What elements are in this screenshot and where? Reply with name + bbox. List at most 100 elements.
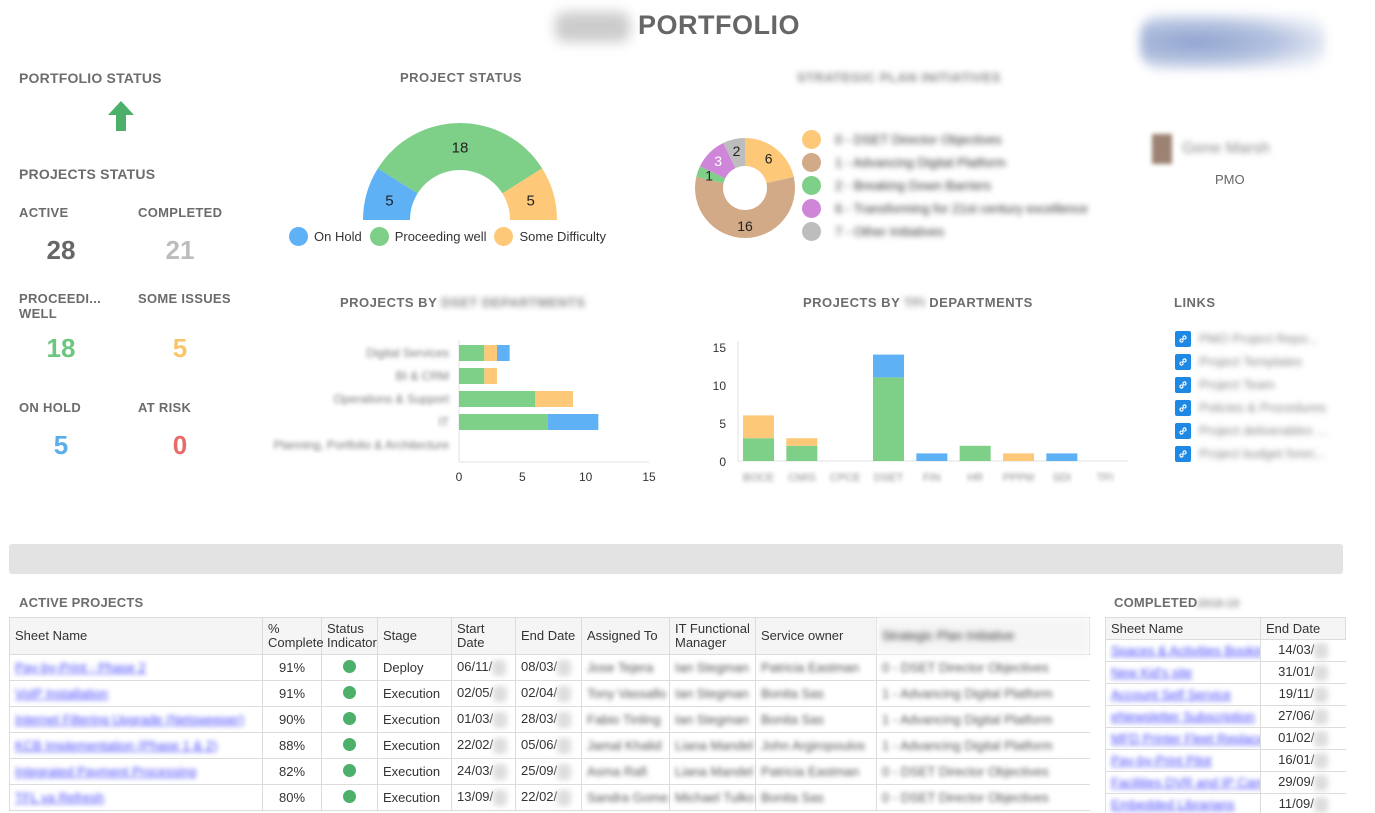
legend-item[interactable]: 7 - Other Initiatives xyxy=(802,220,1096,243)
project-link[interactable]: Integrated Payment Processing xyxy=(15,764,196,779)
sheet-name-cell[interactable]: Account Self Service xyxy=(1105,683,1261,706)
sheet-name-cell[interactable]: Pay-by-Print Pilot xyxy=(1105,749,1261,772)
link-item[interactable]: Policies & Procedures xyxy=(1175,396,1327,419)
link-label[interactable]: Project Team xyxy=(1199,377,1275,392)
sheet-name-cell[interactable]: Pay-by-Print - Phase 2 xyxy=(9,654,263,681)
project-link[interactable]: Internet Filtering Upgrade (Netsweeper) xyxy=(15,712,244,727)
column-header[interactable]: Assigned To xyxy=(581,617,670,655)
sheet-name-cell[interactable]: eNewsletter Subscription xyxy=(1105,705,1261,728)
column-header[interactable]: % Complete xyxy=(262,617,324,655)
project-link[interactable]: Pay-by-Print - Phase 2 xyxy=(15,660,146,675)
project-link[interactable]: Spaces & Activities Booking xyxy=(1111,643,1261,658)
column-header[interactable]: Sheet Name xyxy=(1105,617,1261,640)
column-header[interactable]: Status Indicator xyxy=(321,617,378,655)
project-link[interactable]: New Kid's site xyxy=(1111,665,1192,680)
table-row[interactable]: Account Self Service 19/11/ xyxy=(1105,683,1346,706)
project-link[interactable]: MFD Printer Fleet Replace xyxy=(1111,731,1261,746)
sheet-name-cell[interactable]: Integrated Payment Processing xyxy=(9,758,263,785)
legend-item[interactable]: 1 - Advancing Digital Platform xyxy=(802,151,1096,174)
end-date: 11/09/ xyxy=(1278,796,1314,812)
bar-segment[interactable] xyxy=(459,391,535,407)
bar-segment[interactable] xyxy=(484,345,497,361)
half-donut-slice[interactable] xyxy=(377,122,543,194)
bar-segment[interactable] xyxy=(916,453,948,461)
legend-item[interactable]: 2 - Breaking Down Barriers xyxy=(802,174,1096,197)
column-header[interactable]: End Date xyxy=(1260,617,1346,640)
sheet-name-cell[interactable]: TFL va Refresh xyxy=(9,784,263,811)
project-link[interactable]: VoIP Installation xyxy=(15,686,108,701)
link-label[interactable]: Policies & Procedures xyxy=(1199,400,1326,415)
project-link[interactable]: Pay-by-Print Pilot xyxy=(1111,753,1211,768)
sheet-name-cell[interactable]: MFD Printer Fleet Replace xyxy=(1105,727,1261,750)
table-row[interactable]: TFL va Refresh 80% Execution 13/09/22/02/Sa… xyxy=(9,784,1090,811)
column-header[interactable]: Sheet Name xyxy=(9,617,263,655)
link-item[interactable]: Project Team xyxy=(1175,373,1327,396)
bar-segment[interactable] xyxy=(786,445,818,461)
legend-item[interactable]: 6 - Transforming for 21st century excell… xyxy=(802,197,1096,220)
project-link[interactable]: Embedded Librarians xyxy=(1111,797,1235,812)
project-link[interactable]: Facilities DVR and IP Cam xyxy=(1111,775,1261,790)
link-item[interactable]: Project Templates xyxy=(1175,350,1327,373)
bar-segment[interactable] xyxy=(535,391,573,407)
table-row[interactable]: Internet Filtering Upgrade (Netsweeper) 9… xyxy=(9,706,1090,733)
sheet-name-cell[interactable]: Facilities DVR and IP Cam xyxy=(1105,771,1261,794)
bar-segment[interactable] xyxy=(959,445,991,461)
legend-label[interactable]: Proceeding well xyxy=(395,229,487,244)
bar-segment[interactable] xyxy=(459,345,485,361)
column-header[interactable]: Stage xyxy=(377,617,452,655)
sheet-name-cell[interactable]: Internet Filtering Upgrade (Netsweeper) xyxy=(9,706,263,733)
assigned-to-cell: Jamal Khalid xyxy=(581,732,670,759)
bar-segment[interactable] xyxy=(1046,453,1078,461)
column-header[interactable]: Start Date xyxy=(451,617,516,655)
category-label: IT xyxy=(438,415,449,429)
link-label[interactable]: Project budget forec... xyxy=(1199,446,1326,461)
link-item[interactable]: PMO Project Repo... xyxy=(1175,327,1327,350)
project-link[interactable]: Account Self Service xyxy=(1111,687,1231,702)
bar-segment[interactable] xyxy=(497,345,510,361)
table-row[interactable]: Integrated Payment Processing 82% Executio… xyxy=(9,758,1090,785)
column-header[interactable]: End Date xyxy=(515,617,582,655)
bar-segment[interactable] xyxy=(459,368,485,384)
project-link[interactable]: eNewsletter Subscription xyxy=(1111,709,1255,724)
project-link[interactable]: TFL va Refresh xyxy=(15,790,104,805)
end-date-cell: 16/01/ xyxy=(1260,749,1346,772)
table-row[interactable]: MFD Printer Fleet Replace 01/02/ xyxy=(1105,727,1346,750)
sheet-name-cell[interactable]: New Kid's site xyxy=(1105,661,1261,684)
sheet-name-cell[interactable]: Embedded Librarians xyxy=(1105,793,1261,813)
project-link[interactable]: KCB Implementation (Phase 1 & 2) xyxy=(15,738,217,753)
legend-label[interactable]: On Hold xyxy=(314,229,362,244)
bar-segment[interactable] xyxy=(547,414,599,430)
column-header[interactable]: Service owner xyxy=(755,617,877,655)
legend-item[interactable]: 0 - DSET Director Objectives xyxy=(802,128,1096,151)
link-label[interactable]: Project deliverables ... xyxy=(1199,423,1327,438)
table-row[interactable]: Embedded Librarians 11/09/ xyxy=(1105,793,1346,813)
sheet-name-cell[interactable]: Spaces & Activities Booking xyxy=(1105,639,1261,662)
table-row[interactable]: Pay-by-Print - Phase 2 91% Deploy 06/11/08/… xyxy=(9,654,1090,681)
bar-segment[interactable] xyxy=(459,414,548,430)
bar-segment[interactable] xyxy=(873,377,904,461)
column-header[interactable]: IT Functional Manager xyxy=(669,617,756,655)
link-item[interactable]: Project budget forec... xyxy=(1175,442,1327,465)
link-label[interactable]: Project Templates xyxy=(1199,354,1302,369)
table-row[interactable]: KCB Implementation (Phase 1 & 2) 88% Execu… xyxy=(9,732,1090,759)
link-icon xyxy=(1175,353,1191,370)
column-header[interactable]: Strategic Plan Initiative xyxy=(876,617,1090,655)
bar-segment[interactable] xyxy=(743,438,774,461)
table-row[interactable]: New Kid's site 31/01/ xyxy=(1105,661,1346,684)
legend-label[interactable]: Some Difficulty xyxy=(519,229,605,244)
table-row[interactable]: VoIP Installation 91% Execution 02/05/02/04… xyxy=(9,680,1090,707)
bar-segment[interactable] xyxy=(786,438,818,446)
table-row[interactable]: eNewsletter Subscription 27/06/ xyxy=(1105,705,1346,728)
pmo-contact[interactable]: Gene Marsh xyxy=(1152,133,1312,165)
sheet-name-cell[interactable]: VoIP Installation xyxy=(9,680,263,707)
link-label[interactable]: PMO Project Repo... xyxy=(1199,331,1318,346)
bar-segment[interactable] xyxy=(743,415,774,439)
table-row[interactable]: Spaces & Activities Booking 14/03/ xyxy=(1105,639,1346,662)
table-row[interactable]: Facilities DVR and IP Cam 29/09/ xyxy=(1105,771,1346,794)
sheet-name-cell[interactable]: KCB Implementation (Phase 1 & 2) xyxy=(9,732,263,759)
table-row[interactable]: Pay-by-Print Pilot 16/01/ xyxy=(1105,749,1346,772)
bar-segment[interactable] xyxy=(873,354,904,378)
bar-segment[interactable] xyxy=(1003,453,1034,461)
link-item[interactable]: Project deliverables ... xyxy=(1175,419,1327,442)
bar-segment[interactable] xyxy=(484,368,497,384)
